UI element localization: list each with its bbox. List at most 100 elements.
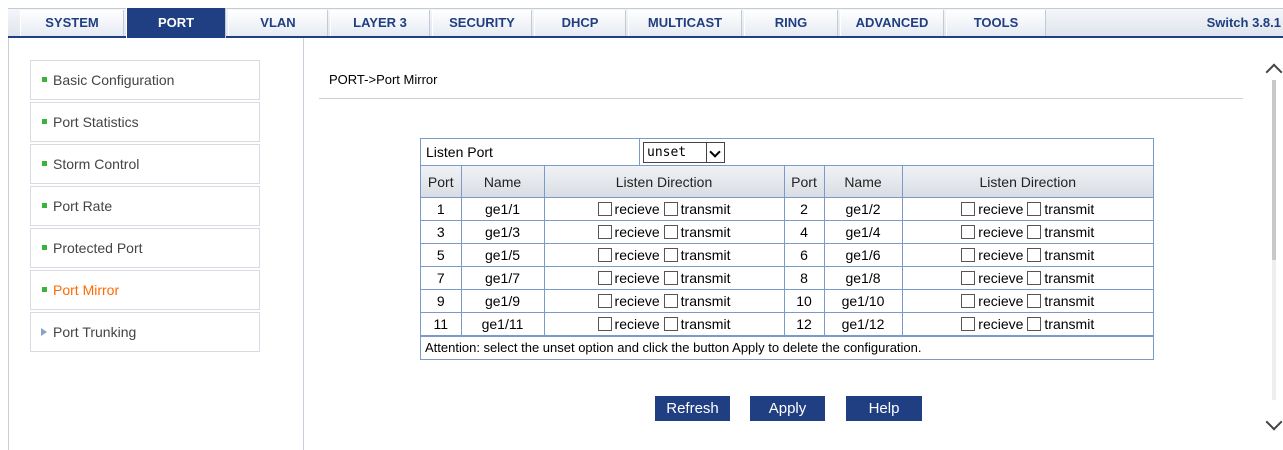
tab-dhcp[interactable]: DHCP xyxy=(534,10,626,36)
listen-port-select[interactable]: unset xyxy=(643,142,725,163)
sidebar-item-port-rate[interactable]: Port Rate xyxy=(30,186,260,226)
transmit-checkbox[interactable] xyxy=(1027,202,1042,216)
transmit-option[interactable]: transmit xyxy=(663,224,730,240)
sidebar-item-protected-port[interactable]: Protected Port xyxy=(30,228,260,268)
recieve-checkbox[interactable] xyxy=(597,225,612,239)
transmit-checkbox[interactable] xyxy=(1027,317,1042,331)
transmit-checkbox[interactable] xyxy=(663,271,678,285)
port-table: Port Name Listen Direction Port Name Lis… xyxy=(421,166,1153,336)
tab-ring[interactable]: RING xyxy=(744,10,838,36)
tab-tools[interactable]: TOOLS xyxy=(946,10,1046,36)
listen-direction-cell: recieve transmit xyxy=(901,220,1153,244)
transmit-checkbox[interactable] xyxy=(1027,248,1042,262)
recieve-checkbox[interactable] xyxy=(961,294,976,308)
recieve-option[interactable]: recieve xyxy=(961,293,1023,309)
recieve-option[interactable]: recieve xyxy=(597,316,660,332)
recieve-checkbox[interactable] xyxy=(597,317,612,331)
transmit-checkbox[interactable] xyxy=(663,317,678,331)
sidebar-item-basic-configuration[interactable]: Basic Configuration xyxy=(30,60,260,100)
recieve-checkbox[interactable] xyxy=(597,271,612,285)
sidebar-item-port-statistics[interactable]: Port Statistics xyxy=(30,102,260,142)
recieve-label: recieve xyxy=(614,247,660,263)
transmit-checkbox[interactable] xyxy=(1027,271,1042,285)
port-number: 2 xyxy=(783,197,825,221)
recieve-checkbox[interactable] xyxy=(961,225,976,239)
recieve-label: recieve xyxy=(614,270,660,286)
tab-advanced[interactable]: ADVANCED xyxy=(840,10,944,36)
recieve-option[interactable]: recieve xyxy=(961,247,1023,263)
transmit-option[interactable]: transmit xyxy=(1027,201,1094,217)
sidebar-item-label: Port Trunking xyxy=(53,324,137,340)
scroll-up-icon[interactable] xyxy=(1265,63,1283,81)
listen-direction-cell: recieve transmit xyxy=(543,197,785,221)
transmit-checkbox[interactable] xyxy=(1027,225,1042,239)
recieve-option[interactable]: recieve xyxy=(961,201,1023,217)
header-direction: Listen Direction xyxy=(543,166,785,198)
tab-vlan[interactable]: VLAN xyxy=(228,10,328,36)
transmit-option[interactable]: transmit xyxy=(1027,247,1094,263)
header-port: Port xyxy=(421,166,462,198)
port-number: 12 xyxy=(783,312,825,336)
transmit-option[interactable]: transmit xyxy=(663,270,730,286)
listen-direction-cell: recieve transmit xyxy=(543,243,785,267)
listen-port-value: unset xyxy=(647,145,687,160)
listen-direction-cell: recieve transmit xyxy=(543,289,785,313)
port-name: ge1/3 xyxy=(460,220,545,244)
recieve-option[interactable]: recieve xyxy=(961,224,1023,240)
scroll-down-icon[interactable] xyxy=(1265,413,1283,431)
sidebar-item-storm-control[interactable]: Storm Control xyxy=(30,144,260,184)
transmit-option[interactable]: transmit xyxy=(663,316,730,332)
recieve-option[interactable]: recieve xyxy=(597,270,660,286)
scrollbar-thumb[interactable] xyxy=(1272,80,1276,260)
sidebar-item-port-trunking[interactable]: Port Trunking xyxy=(30,312,260,352)
recieve-checkbox[interactable] xyxy=(961,202,976,216)
recieve-checkbox[interactable] xyxy=(597,294,612,308)
transmit-option[interactable]: transmit xyxy=(1027,316,1094,332)
port-name: ge1/6 xyxy=(823,243,903,267)
recieve-checkbox[interactable] xyxy=(961,271,976,285)
tab-layer3[interactable]: LAYER 3 xyxy=(330,10,430,36)
recieve-checkbox[interactable] xyxy=(597,248,612,262)
listen-direction-cell: recieve transmit xyxy=(901,289,1153,313)
refresh-button[interactable]: Refresh xyxy=(655,396,730,421)
transmit-label: transmit xyxy=(1044,224,1095,240)
transmit-option[interactable]: transmit xyxy=(663,293,731,309)
transmit-checkbox[interactable] xyxy=(663,294,678,308)
recieve-option[interactable]: recieve xyxy=(597,293,660,309)
listen-direction-cell: recieve transmit xyxy=(543,266,785,290)
transmit-checkbox[interactable] xyxy=(1027,294,1042,308)
cell-separator xyxy=(639,139,640,165)
transmit-option[interactable]: transmit xyxy=(1027,224,1094,240)
recieve-checkbox[interactable] xyxy=(961,248,976,262)
tab-multicast[interactable]: MULTICAST xyxy=(628,10,742,36)
listen-direction-cell: recieve transmit xyxy=(901,266,1153,290)
recieve-option[interactable]: recieve xyxy=(961,316,1023,332)
port-number: 8 xyxy=(783,266,825,290)
tab-security[interactable]: SECURITY xyxy=(432,10,532,36)
recieve-option[interactable]: recieve xyxy=(597,247,660,263)
recieve-checkbox[interactable] xyxy=(597,202,612,216)
sidebar-item-label: Storm Control xyxy=(53,156,140,172)
transmit-option[interactable]: transmit xyxy=(663,247,730,263)
recieve-option[interactable]: recieve xyxy=(597,224,660,240)
recieve-option[interactable]: recieve xyxy=(961,270,1023,286)
transmit-option[interactable]: transmit xyxy=(663,201,730,217)
tab-port[interactable]: PORT xyxy=(126,8,226,38)
port-mirror-panel: Listen Port unset Port Name Listen Direc… xyxy=(420,138,1154,360)
help-button[interactable]: Help xyxy=(846,396,922,421)
transmit-checkbox[interactable] xyxy=(663,202,678,216)
recieve-label: recieve xyxy=(614,293,660,309)
transmit-label: transmit xyxy=(1044,247,1095,263)
sidebar-item-port-mirror[interactable]: Port Mirror xyxy=(30,270,260,310)
transmit-option[interactable]: transmit xyxy=(1027,270,1094,286)
transmit-label: transmit xyxy=(1044,201,1095,217)
tab-system[interactable]: SYSTEM xyxy=(20,10,124,36)
transmit-checkbox[interactable] xyxy=(663,248,678,262)
chevron-down-icon[interactable] xyxy=(706,143,724,162)
apply-button[interactable]: Apply xyxy=(750,396,825,421)
transmit-label: transmit xyxy=(680,293,731,309)
recieve-checkbox[interactable] xyxy=(961,317,976,331)
recieve-option[interactable]: recieve xyxy=(597,201,660,217)
transmit-checkbox[interactable] xyxy=(663,225,678,239)
transmit-option[interactable]: transmit xyxy=(1027,293,1094,309)
